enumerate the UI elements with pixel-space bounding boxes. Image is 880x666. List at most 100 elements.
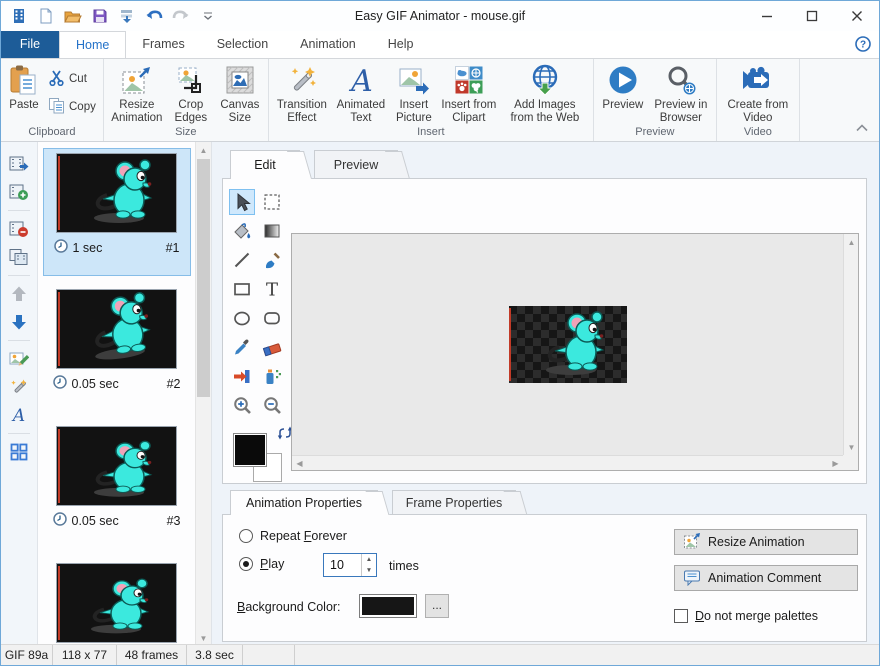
merge-palettes-checkbox[interactable]: Do not merge palettes [674, 609, 818, 623]
tab-selection[interactable]: Selection [201, 31, 284, 58]
tool-spray-button[interactable] [259, 363, 285, 389]
spinner-up-icon[interactable]: ▲ [362, 554, 376, 565]
tab-edit[interactable]: Edit [230, 150, 300, 179]
tool-eyedropper-button[interactable] [229, 334, 255, 360]
minimize-icon[interactable] [744, 1, 789, 31]
play-radio[interactable]: Play [239, 557, 284, 571]
export-icon[interactable] [117, 6, 137, 26]
undo-icon[interactable] [144, 6, 164, 26]
extract-frame-button[interactable] [5, 152, 33, 176]
play-times-input[interactable] [324, 554, 361, 576]
transition-effect-button[interactable]: Transition Effect [272, 61, 332, 125]
canvas-area[interactable]: ▲ ▼ ◀ ▶ [291, 233, 859, 471]
insert-from-clipart-button[interactable]: Insert from Clipart [438, 61, 500, 125]
frame-item-4[interactable]: 0.05 sec #4 [43, 559, 191, 646]
save-icon[interactable] [90, 6, 110, 26]
tool-marquee-button[interactable] [259, 189, 285, 215]
frame-effect-wand-button[interactable] [5, 375, 33, 399]
frame-grid-view-button[interactable] [5, 440, 33, 464]
tab-home[interactable]: Home [59, 31, 126, 58]
create-from-video-button[interactable]: Create from Video [720, 61, 796, 125]
insert-picture-button[interactable]: Insert Picture [390, 61, 438, 125]
tab-help[interactable]: Help [372, 31, 430, 58]
repeat-forever-radio[interactable]: Repeat Forever [239, 529, 347, 543]
editor-region: Edit Preview T [212, 142, 879, 646]
tab-animation[interactable]: Animation [284, 31, 372, 58]
scroll-down-icon[interactable]: ▼ [844, 439, 859, 455]
clock-icon [54, 239, 68, 256]
duplicate-frame-button[interactable] [5, 245, 33, 269]
delete-frame-button[interactable] [5, 217, 33, 241]
scrollbar-thumb[interactable] [197, 159, 210, 397]
tool-ellipse-button[interactable] [229, 305, 255, 331]
ribbon-group-size: Resize Animation Crop Edges Canvas Size … [104, 59, 269, 141]
add-frame-button[interactable] [5, 180, 33, 204]
animated-text-button[interactable]: A Animated Text [332, 61, 390, 125]
tab-preview[interactable]: Preview [314, 150, 398, 179]
help-icon[interactable]: ? [855, 36, 871, 52]
preview-button[interactable]: Preview [597, 61, 649, 112]
paste-button[interactable]: Paste [4, 61, 44, 112]
frame-item-2[interactable]: 0.05 sec #2 [43, 285, 191, 413]
frame-item-1[interactable]: 1 sec #1 [43, 148, 191, 276]
background-color-picker-button[interactable]: ... [425, 594, 449, 618]
tool-zoom-in-button[interactable] [229, 392, 255, 418]
preview-in-browser-button[interactable]: Preview in Browser [649, 61, 713, 125]
canvas-viewport[interactable] [292, 234, 843, 455]
tool-replace-color-button[interactable] [229, 363, 255, 389]
scroll-left-icon[interactable]: ◀ [292, 456, 307, 471]
tool-rectangle-button[interactable] [229, 276, 255, 302]
open-file-icon[interactable] [63, 6, 83, 26]
tool-line-button[interactable] [229, 247, 255, 273]
animation-comment-button[interactable]: Animation Comment [674, 565, 858, 591]
crop-edges-icon [174, 63, 208, 97]
background-color-value-swatch[interactable] [359, 594, 417, 618]
redo-icon[interactable] [171, 6, 191, 26]
tool-zoom-out-button[interactable] [259, 392, 285, 418]
color-selector [233, 429, 295, 483]
tool-gradient-button[interactable] [259, 218, 285, 244]
cut-button[interactable]: Cut [44, 67, 100, 91]
play-times-spinner[interactable]: ▲ ▼ [323, 553, 377, 577]
close-icon[interactable] [834, 1, 879, 31]
toolbar-separator [8, 433, 30, 434]
canvas-horizontal-scrollbar[interactable]: ◀ ▶ [292, 455, 843, 470]
tab-frame-properties[interactable]: Frame Properties [392, 490, 516, 515]
collapse-ribbon-icon[interactable] [853, 121, 871, 135]
frame-duration: 1 sec [73, 241, 103, 255]
move-frame-down-button[interactable] [5, 310, 33, 334]
scroll-right-icon[interactable]: ▶ [828, 456, 843, 471]
frame-number: #1 [166, 241, 180, 255]
tab-file[interactable]: File [1, 31, 59, 58]
new-file-icon[interactable] [36, 6, 56, 26]
status-gif-version: GIF 89a [1, 645, 53, 665]
scroll-up-icon[interactable]: ▲ [196, 142, 211, 158]
add-images-from-web-button[interactable]: Add Images from the Web [500, 61, 590, 125]
background-color-label: Background Color: [237, 600, 341, 614]
tool-eraser-button[interactable] [259, 334, 285, 360]
crop-edges-button[interactable]: Crop Edges [167, 61, 215, 125]
tool-fill-button[interactable] [229, 218, 255, 244]
frame-item-3[interactable]: 0.05 sec #3 [43, 422, 191, 550]
spinner-down-icon[interactable]: ▼ [362, 565, 376, 576]
frame-text-button[interactable]: A [5, 403, 33, 427]
tab-animation-properties[interactable]: Animation Properties [230, 490, 378, 515]
tool-rounded-rect-button[interactable] [259, 305, 285, 331]
resize-animation-button[interactable]: Resize Animation [107, 61, 167, 125]
canvas-size-button[interactable]: Canvas Size [215, 61, 265, 125]
tool-pointer-button[interactable] [229, 189, 255, 215]
tool-brush-button[interactable] [259, 247, 285, 273]
canvas-vertical-scrollbar[interactable]: ▲ ▼ [843, 234, 858, 455]
tab-frames[interactable]: Frames [126, 31, 200, 58]
copy-button[interactable]: Copy [44, 95, 100, 119]
move-frame-up-button[interactable] [5, 282, 33, 306]
edit-frame-button[interactable] [5, 347, 33, 371]
tool-text-button[interactable]: T [259, 276, 285, 302]
qat-customize-icon[interactable] [198, 6, 218, 26]
gif-image[interactable] [509, 306, 627, 383]
foreground-color-swatch[interactable] [233, 433, 267, 467]
resize-animation-panel-button[interactable]: Resize Animation [674, 529, 858, 555]
scroll-up-icon[interactable]: ▲ [844, 234, 859, 250]
frame-list-scrollbar[interactable]: ▲ ▼ [195, 142, 211, 646]
maximize-icon[interactable] [789, 1, 834, 31]
